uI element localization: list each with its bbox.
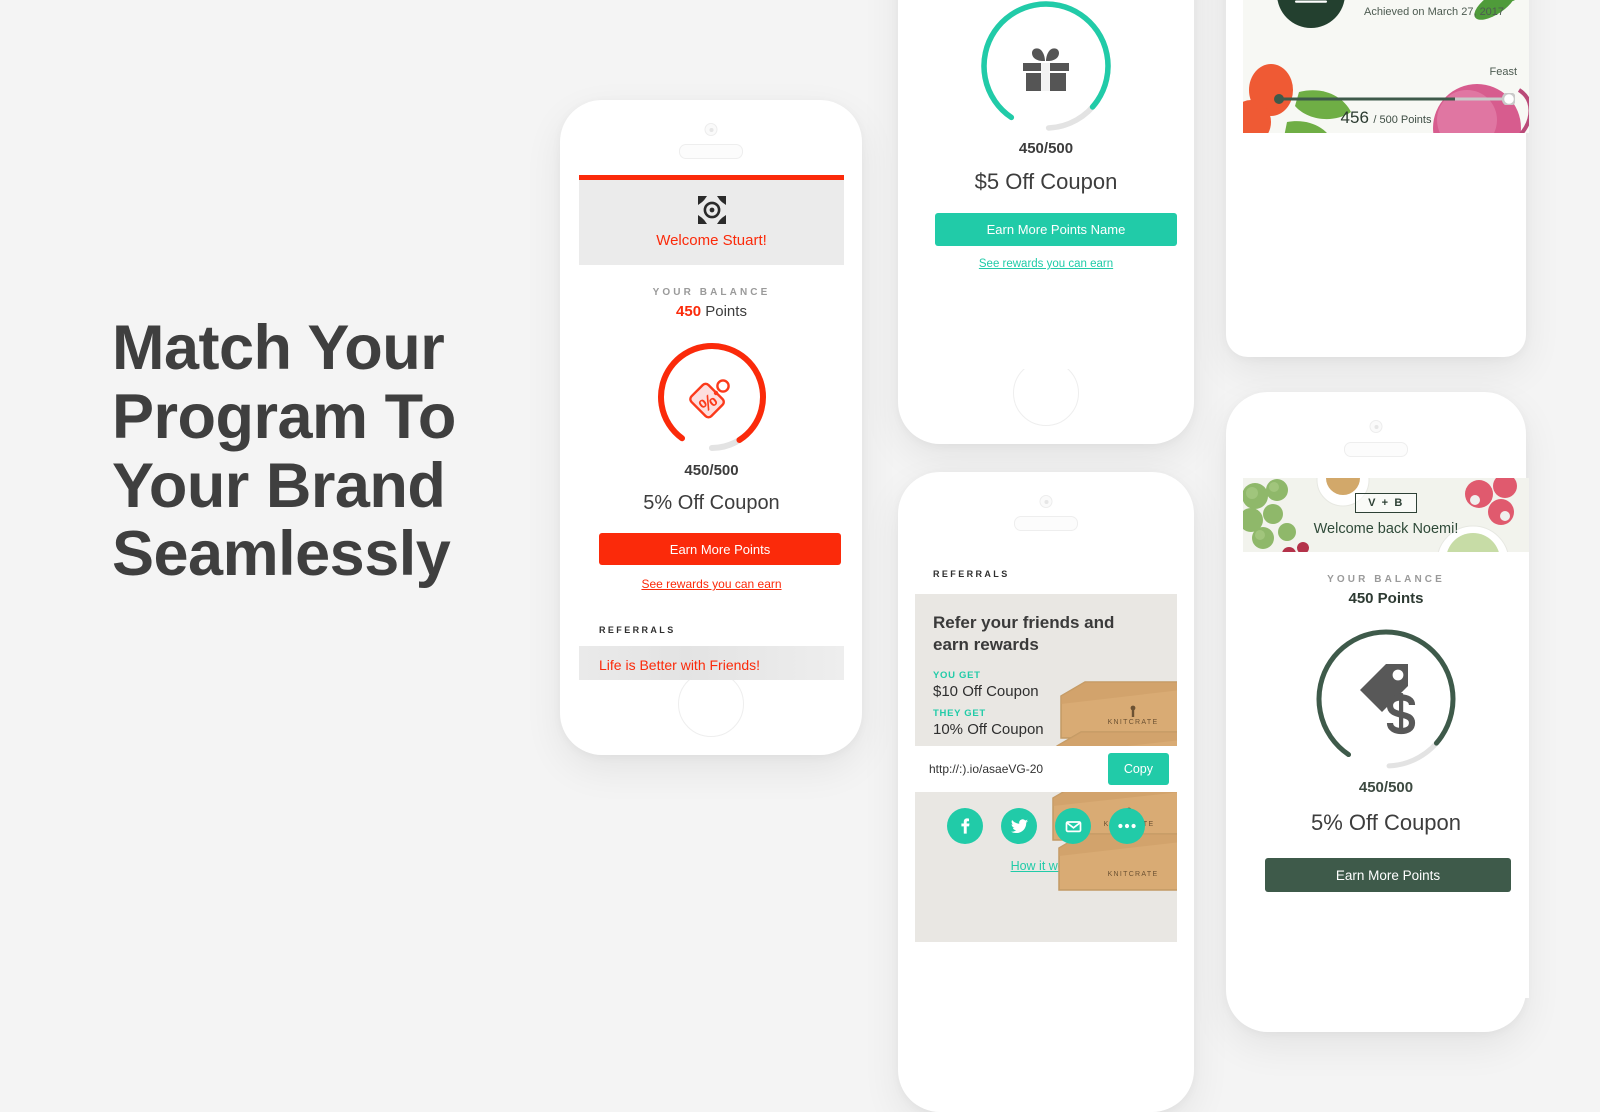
balance-label: YOUR BALANCE — [652, 287, 771, 298]
see-rewards-link[interactable]: See rewards you can earn — [935, 258, 1157, 270]
brand-logo-text: V + B — [1355, 493, 1417, 513]
earpiece-speaker — [1344, 442, 1408, 457]
svg-text:KNITCRATE: KNITCRATE — [1108, 871, 1159, 878]
meal-points-suffix: / 500 Points — [1373, 114, 1432, 126]
copy-button[interactable]: Copy — [1107, 753, 1169, 786]
twitter-icon[interactable] — [1001, 808, 1037, 845]
phone-mockup-green: V + B Welcome back Noemi! YOUR BALANCE 4… — [1226, 392, 1529, 1032]
referrals-section-label: REFERRALS — [933, 569, 1010, 579]
progress-ring-green — [1310, 623, 1462, 775]
page-title: Match Your Program To Your Brand Seamles… — [112, 313, 456, 590]
green-hero: V + B Welcome back Noemi! — [1243, 478, 1529, 552]
achievement-date: Achieved on March 27, 2017 — [1364, 6, 1505, 18]
home-button[interactable] — [678, 671, 744, 737]
front-camera-icon — [1039, 495, 1053, 508]
referral-banner[interactable]: Life is Better with Friends! — [579, 646, 844, 680]
coupon-title: $5 Off Coupon — [974, 169, 1118, 194]
red-header: Welcome Stuart! — [579, 180, 844, 265]
progress-slider[interactable] — [1273, 91, 1517, 107]
see-rewards-link[interactable]: See rewards you can earn — [599, 577, 824, 591]
green-body: YOUR BALANCE 450 Points 450/500 5% Off C… — [1243, 552, 1529, 892]
meal-points: 456 / 500 Points — [1243, 108, 1529, 128]
percent-tag-icon: % — [688, 379, 730, 419]
referral-card: KNITCRATE KNITCRATE KNITCRATE KNITCRATE … — [915, 594, 1177, 942]
svg-text:KNITCRATE: KNITCRATE — [1108, 719, 1159, 726]
teal-body: YOUR BALANCE 450 Points — [915, 0, 1177, 270]
phone-mockup-teal: Welcome back! YOUR BALANCE 450 Points — [898, 0, 1194, 444]
email-icon[interactable] — [1055, 808, 1091, 845]
referral-url-input[interactable]: http://:).io/asaeVG-20 — [929, 762, 1108, 776]
achievement-card-meal: Meal Achieved on March 27, 2017 Feast 45… — [1226, 0, 1529, 357]
screen-green: V + B Welcome back Noemi! YOUR BALANCE 4… — [1243, 478, 1529, 998]
next-tier-label: Feast — [1489, 66, 1517, 78]
referrals-section-label: REFERRALS — [599, 625, 676, 635]
phone-mockup-referrals: REFERRALS KNITCRATE KNITCRATE Refer your… — [898, 472, 1194, 1112]
progress-ring-teal — [976, 0, 1116, 136]
referral-heading: Refer your friends and earn rewards — [933, 613, 1115, 655]
referrals-header: REFERRALS — [915, 550, 1177, 594]
abstract-square-logo-icon — [697, 196, 726, 224]
progress-ring-red: % — [653, 338, 771, 456]
front-camera-icon — [704, 123, 718, 136]
front-camera-icon — [1369, 420, 1383, 433]
balance-label: YOUR BALANCE — [1327, 574, 1445, 585]
screen-referrals: REFERRALS KNITCRATE KNITCRATE Refer your… — [915, 550, 1177, 1090]
phone-mockup-red: Welcome Stuart! YOUR BALANCE 450 Points — [560, 100, 862, 755]
canvas: Match Your Program To Your Brand Seamles… — [0, 0, 1600, 1112]
ring-progress-text: 450/500 — [1018, 140, 1074, 157]
referral-link-row: http://:).io/asaeVG-20 Copy — [915, 746, 1177, 793]
meal-photo: Meal Achieved on March 27, 2017 Feast 45… — [1243, 0, 1529, 133]
dollar-tag-icon — [1360, 664, 1416, 735]
cloche-food-dome-icon — [1295, 0, 1327, 3]
welcome-text: Welcome back Noemi! — [1313, 521, 1459, 537]
welcome-text: Welcome Stuart! — [656, 232, 767, 249]
earpiece-speaker — [1014, 516, 1078, 531]
meal-points-value: 456 — [1340, 108, 1369, 127]
ring-progress-text: 450/500 — [1358, 779, 1414, 796]
earn-more-points-button[interactable]: Earn More Points Name — [935, 213, 1177, 246]
balance-value: 450 Points — [1348, 590, 1424, 607]
red-body: YOUR BALANCE 450 Points % 450/500 5% Off… — [579, 265, 844, 635]
home-button[interactable] — [1013, 360, 1079, 426]
earpiece-speaker — [679, 144, 743, 159]
referral-banner-text: Life is Better with Friends! — [599, 657, 761, 673]
earn-more-points-button[interactable]: Earn More Points — [1265, 858, 1511, 892]
coupon-title: 5% Off Coupon — [643, 492, 780, 514]
balance-number: 450 — [676, 303, 702, 320]
more-options-icon[interactable] — [1109, 808, 1145, 845]
balance-unit: Points — [705, 303, 747, 320]
facebook-icon[interactable] — [947, 808, 983, 845]
social-share-row — [933, 808, 1159, 845]
coupon-title: 5% Off Coupon — [1310, 810, 1462, 835]
screen-teal: Welcome back! YOUR BALANCE 450 Points — [915, 0, 1177, 369]
screen-red: Welcome Stuart! YOUR BALANCE 450 Points — [579, 175, 844, 680]
ring-progress-text: 450/500 — [684, 462, 739, 479]
gift-box-icon — [1023, 48, 1069, 91]
brussels-sprouts-radish-photo — [1243, 478, 1529, 552]
balance-value: 450 Points — [599, 303, 824, 320]
earn-more-points-button[interactable]: Earn More Points — [599, 533, 841, 565]
